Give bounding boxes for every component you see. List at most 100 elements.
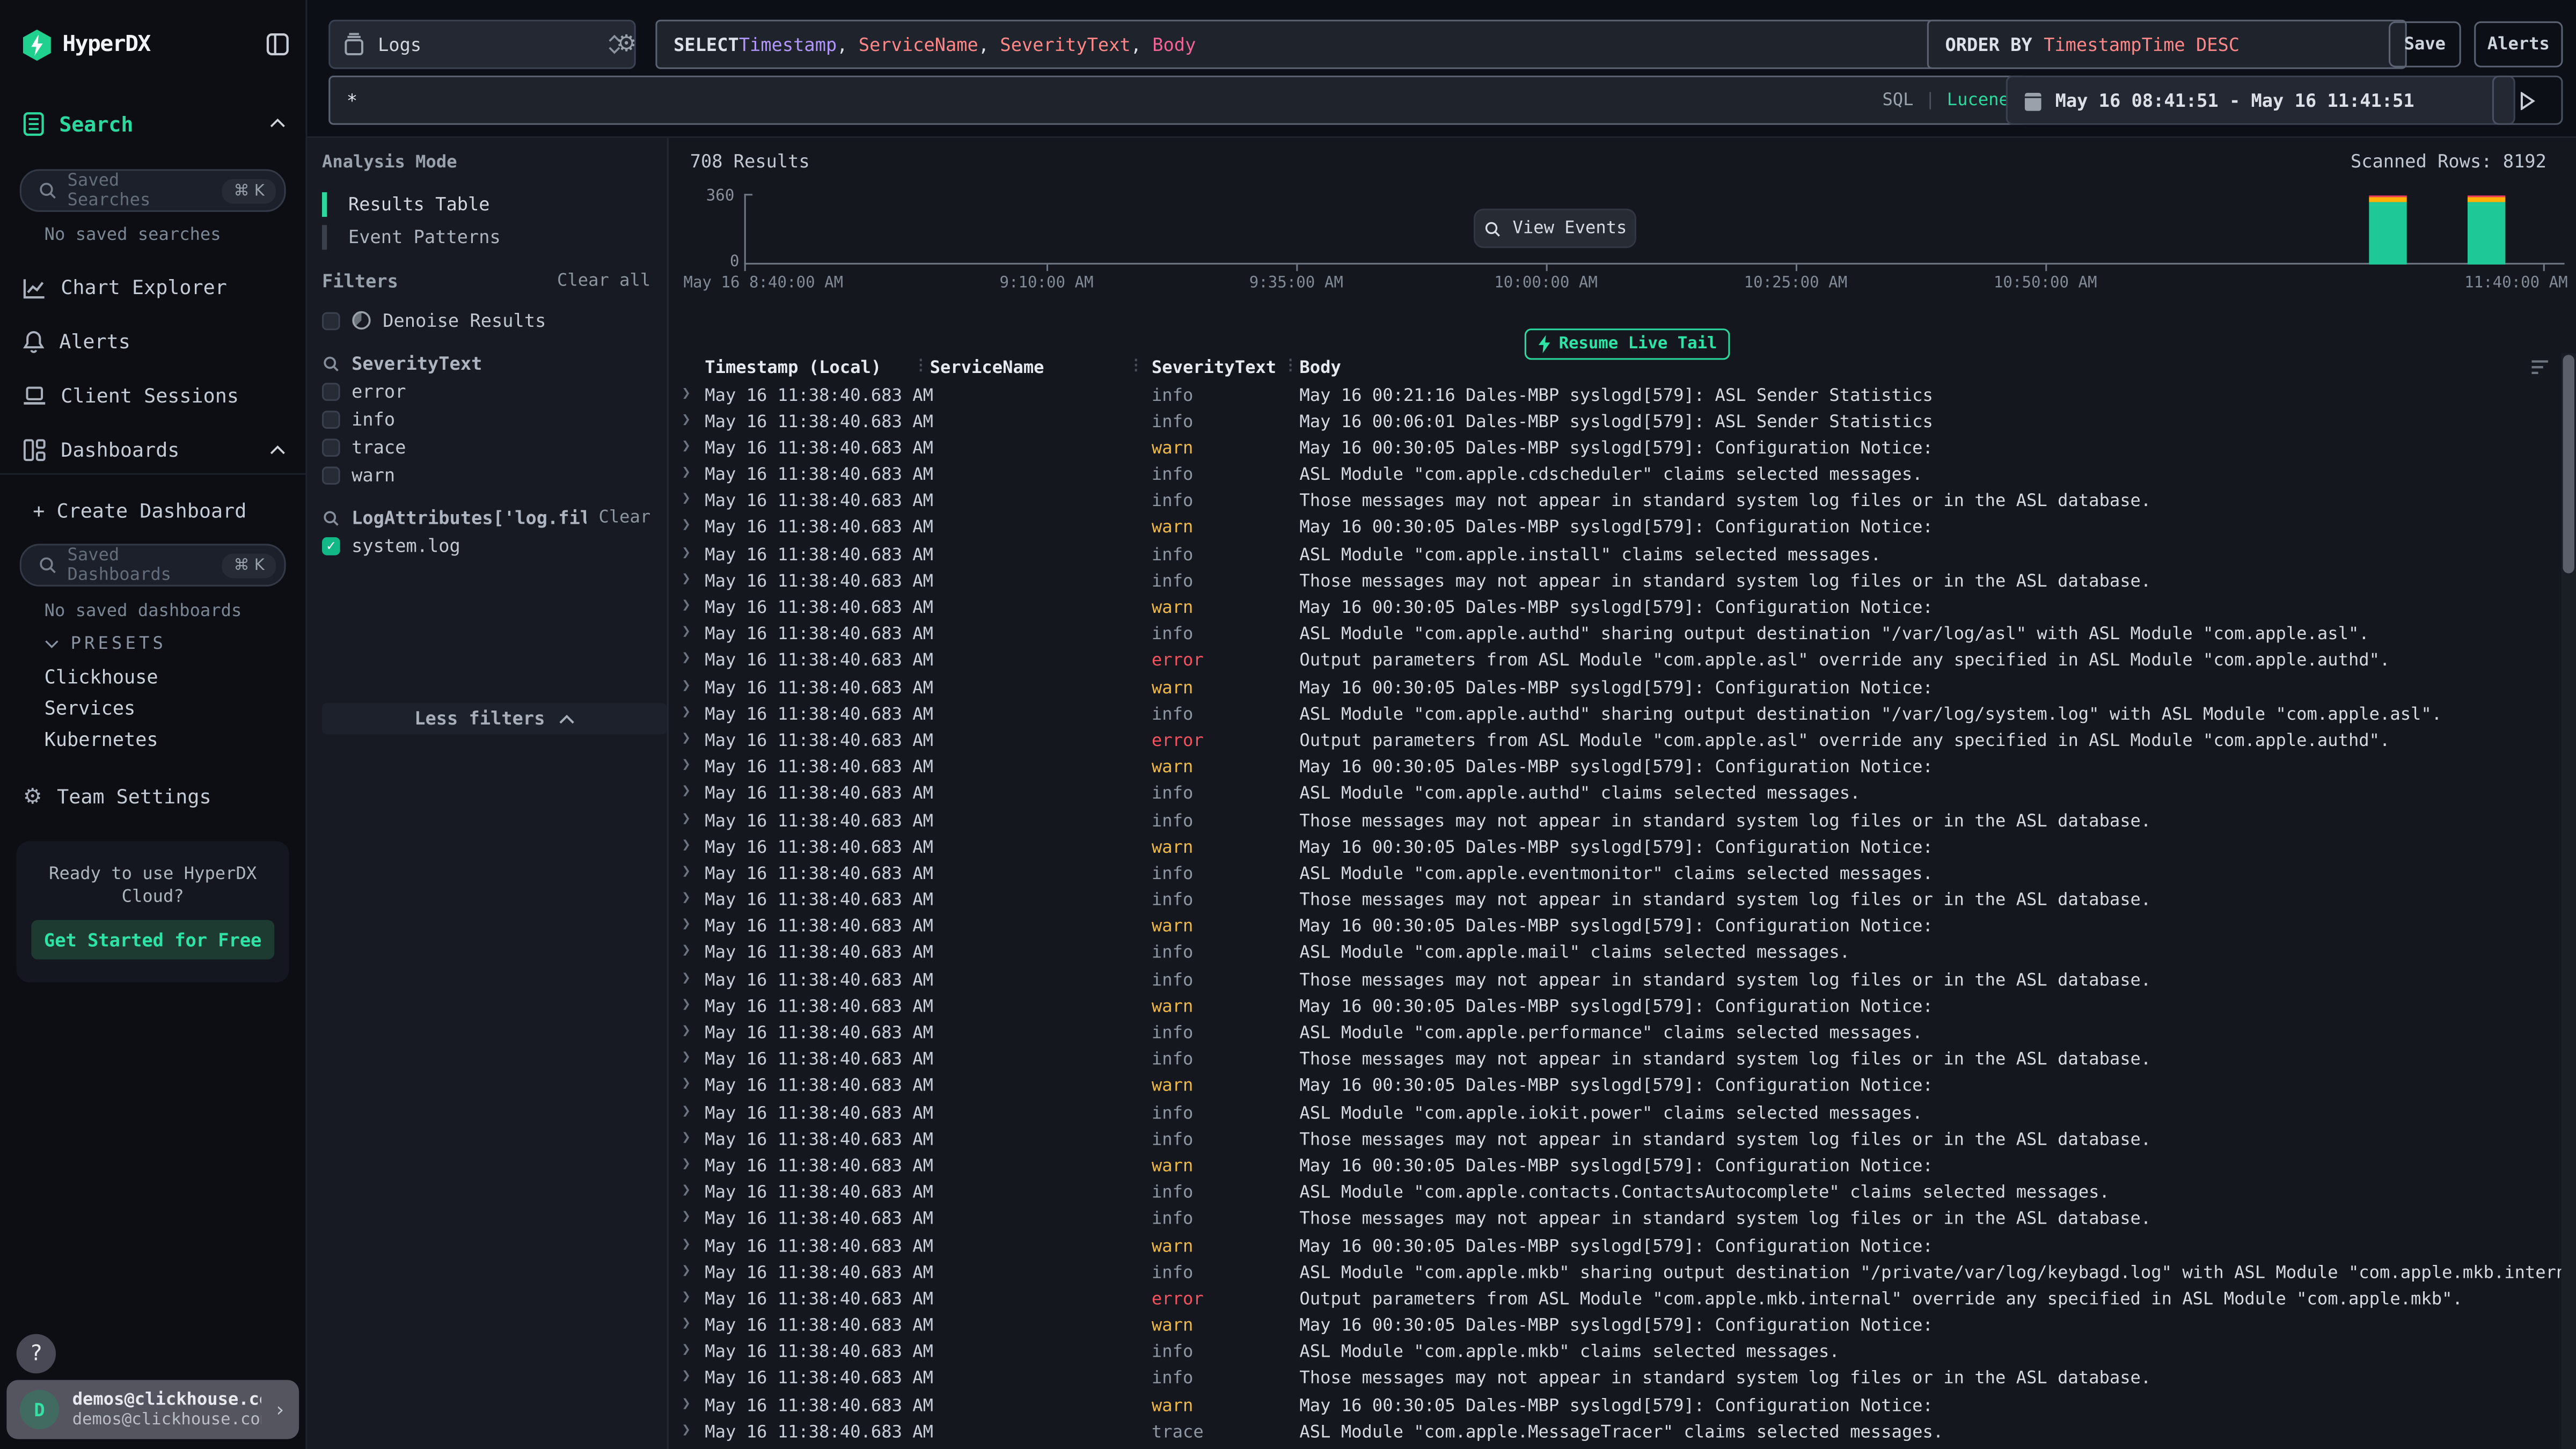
table-row[interactable]: ❯May 16 11:38:40.683 AMinfoASL Module "c… [669,1181,2563,1208]
row-expand-icon[interactable]: ❯ [682,1316,691,1333]
checkbox-checked[interactable]: ✓ [322,536,340,554]
row-expand-icon[interactable]: ❯ [682,1236,691,1253]
table-row[interactable]: ❯May 16 11:38:40.683 AMwarnMay 16 00:30:… [669,1394,2563,1421]
filter-option-warn[interactable]: warn [322,463,650,486]
column-header-servicename[interactable]: ServiceName [930,358,1044,378]
table-row[interactable]: ❯May 16 11:38:40.683 AMinfoThose message… [669,969,2563,996]
row-expand-icon[interactable]: ❯ [682,1422,691,1439]
filter-option-trace[interactable]: trace [322,435,650,458]
table-row[interactable]: ❯May 16 11:38:40.683 AMwarnMay 16 00:30:… [669,1075,2563,1102]
row-expand-icon[interactable]: ❯ [682,518,691,535]
checkbox[interactable] [322,438,340,456]
table-row[interactable]: ❯May 16 11:38:40.683 AMwarnMay 16 00:30:… [669,437,2563,464]
sidebar-item-dashboards[interactable]: Dashboards [23,437,286,463]
row-expand-icon[interactable]: ❯ [682,864,691,881]
sql-select-input[interactable]: SELECT Timestamp, ServiceName, SeverityT… [655,20,1945,69]
get-started-button[interactable]: Get Started for Free [31,920,274,959]
chevron-up-icon[interactable] [269,445,286,455]
table-row[interactable]: ❯May 16 11:38:40.683 AMinfoMay 16 00:21:… [669,384,2563,411]
checkbox[interactable] [322,466,340,484]
view-events-button[interactable]: View Events [1474,209,1636,248]
row-expand-icon[interactable]: ❯ [682,943,691,960]
row-expand-icon[interactable]: ❯ [682,1103,691,1120]
mode-results-table[interactable]: Results Table [322,192,650,217]
create-dashboard-button[interactable]: + Create Dashboard [33,498,286,524]
row-expand-icon[interactable]: ❯ [682,970,691,987]
row-expand-icon[interactable]: ❯ [682,1023,691,1040]
checkbox[interactable] [322,410,340,428]
table-row[interactable]: ❯May 16 11:38:40.683 AMwarnMay 16 00:30:… [669,1155,2563,1182]
save-button[interactable]: Save [2389,21,2461,68]
row-expand-icon[interactable]: ❯ [682,545,691,561]
sidebar-item-team-settings[interactable]: ⚙ Team Settings [23,784,286,810]
table-row[interactable]: ❯May 16 11:38:40.683 AMinfoThose message… [669,490,2563,517]
table-row[interactable]: ❯May 16 11:38:40.683 AMtraceASL Module "… [669,1421,2563,1447]
preset-clickhouse[interactable]: Clickhouse [45,665,158,689]
table-row[interactable]: ❯May 16 11:38:40.683 AMinfoThose message… [669,570,2563,597]
alerts-button[interactable]: Alerts [2474,21,2563,68]
scrollbar-thumb[interactable] [2563,355,2574,573]
lang-toggle-sql[interactable]: SQL [1882,90,1913,110]
row-expand-icon[interactable]: ❯ [682,997,691,1014]
table-row[interactable]: ❯May 16 11:38:40.683 AMerrorOutput param… [669,729,2563,756]
resume-live-tail-button[interactable]: Resume Live Tail [1525,328,1730,360]
table-row[interactable]: ❯May 16 11:38:40.683 AMinfoThose message… [669,1208,2563,1235]
preset-kubernetes[interactable]: Kubernetes [45,728,158,751]
table-row[interactable]: ❯May 16 11:38:40.683 AMinfoASL Module "c… [669,702,2563,729]
sidebar-collapse-icon[interactable] [266,33,289,56]
table-row[interactable]: ❯May 16 11:38:40.683 AMinfoASL Module "c… [669,1022,2563,1049]
table-row[interactable]: ❯May 16 11:38:40.683 AMinfoThose message… [669,889,2563,916]
lang-toggle-lucene[interactable]: Lucene [1947,90,2009,110]
row-expand-icon[interactable]: ❯ [682,704,691,721]
checkbox[interactable] [322,382,340,400]
preset-services[interactable]: Services [45,697,136,720]
sidebar-item-client-sessions[interactable]: Client Sessions [23,383,286,409]
table-row[interactable]: ❯May 16 11:38:40.683 AMwarnMay 16 00:30:… [669,517,2563,544]
filter-option-error[interactable]: error [322,379,650,402]
user-menu[interactable]: D demos@clickhouse.com demos@clickhouse.… [6,1380,299,1439]
row-expand-icon[interactable]: ❯ [682,1263,691,1279]
table-row[interactable]: ❯May 16 11:38:40.683 AMinfoMay 16 00:06:… [669,410,2563,437]
source-select[interactable]: Logs [328,20,635,69]
table-row[interactable]: ❯May 16 11:38:40.683 AMinfoThose message… [669,1367,2563,1394]
sidebar-item-search[interactable]: Search [23,108,286,138]
clear-all-link[interactable]: Clear all [557,271,650,291]
table-row[interactable]: ❯May 16 11:38:40.683 AMwarnMay 16 00:30:… [669,916,2563,942]
filter-option-info[interactable]: info [322,407,650,430]
row-expand-icon[interactable]: ❯ [682,1157,691,1173]
search-icon[interactable] [322,354,340,372]
row-expand-icon[interactable]: ❯ [682,1183,691,1199]
table-row[interactable]: ❯May 16 11:38:40.683 AMinfoThose message… [669,1049,2563,1075]
row-expand-icon[interactable]: ❯ [682,1050,691,1067]
help-button[interactable]: ? [17,1334,56,1373]
filter-option-system-log[interactable]: ✓ system.log [322,534,650,557]
sidebar-item-alerts[interactable]: Alerts [23,328,286,355]
table-row[interactable]: ❯May 16 11:38:40.683 AMwarnMay 16 00:30:… [669,676,2563,703]
table-row[interactable]: ❯May 16 11:38:40.683 AMwarnMay 16 00:30:… [669,596,2563,623]
table-row[interactable]: ❯May 16 11:38:40.683 AMerrorOutput param… [669,649,2563,676]
table-row[interactable]: ❯May 16 11:38:40.683 AMinfoASL Module "c… [669,1261,2563,1288]
row-expand-icon[interactable]: ❯ [682,890,691,907]
histogram-bar[interactable] [2369,192,2406,264]
row-expand-icon[interactable]: ❯ [682,1369,691,1386]
row-expand-icon[interactable]: ❯ [682,837,691,854]
search-query-input[interactable]: * SQL | Lucene [328,76,2027,125]
row-expand-icon[interactable]: ❯ [682,1130,691,1146]
row-expand-icon[interactable]: ❯ [682,811,691,828]
log-table[interactable]: ❯May 16 11:38:40.683 AMinfoMay 16 00:21:… [669,384,2563,1449]
run-query-button[interactable] [2492,76,2563,125]
table-row[interactable]: ❯May 16 11:38:40.683 AMinfoThose message… [669,809,2563,836]
table-row[interactable]: ❯May 16 11:38:40.683 AMwarnMay 16 00:30:… [669,836,2563,862]
mode-event-patterns[interactable]: Event Patterns [322,225,650,250]
table-row[interactable]: ❯May 16 11:38:40.683 AMwarnMay 16 00:30:… [669,1235,2563,1262]
row-expand-icon[interactable]: ❯ [682,678,691,694]
row-expand-icon[interactable]: ❯ [682,625,691,641]
row-expand-icon[interactable]: ❯ [682,758,691,774]
table-row[interactable]: ❯May 16 11:38:40.683 AMinfoASL Module "c… [669,782,2563,809]
sidebar-item-chart-explorer[interactable]: Chart Explorer [23,274,286,301]
row-expand-icon[interactable]: ❯ [682,784,691,801]
table-row[interactable]: ❯May 16 11:38:40.683 AMinfoASL Module "c… [669,623,2563,650]
table-row[interactable]: ❯May 16 11:38:40.683 AMwarnMay 16 00:30:… [669,1314,2563,1341]
column-resize-handle[interactable]: ⋮ [913,358,928,375]
row-expand-icon[interactable]: ❯ [682,1343,691,1359]
